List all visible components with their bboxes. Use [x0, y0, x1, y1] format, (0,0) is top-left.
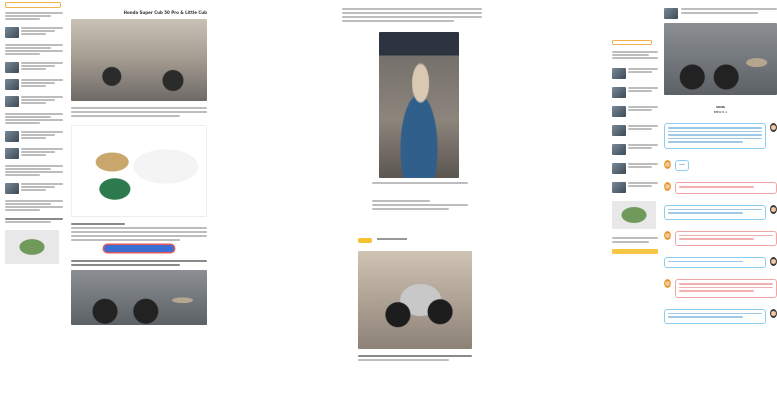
- article-main: Honda Super Cub 50 Pro & Little Cub: [71, 10, 207, 325]
- sidebar-item[interactable]: [5, 183, 63, 194]
- rider-photo: [379, 32, 459, 178]
- related-photo[interactable]: [358, 251, 472, 349]
- sidebar-item[interactable]: [5, 62, 63, 73]
- thumbnail: [612, 106, 626, 117]
- sidebar-banner[interactable]: [612, 201, 658, 229]
- avatar-icon: [770, 123, 777, 132]
- chat-bubble: [664, 308, 766, 324]
- sidebar-item[interactable]: [612, 51, 658, 60]
- thumbnail: [5, 79, 19, 90]
- sidebar-banner[interactable]: [5, 230, 63, 264]
- avatar-icon: [664, 230, 671, 240]
- article-title: Honda Super Cub 50 Pro & Little Cub: [123, 10, 207, 15]
- article-column-right: VANS BMW R-1: [612, 0, 777, 407]
- thumbnail: [612, 163, 626, 174]
- sidebar-item[interactable]: [612, 106, 658, 117]
- article-photo-bottom: [71, 270, 207, 325]
- avatar-icon: [664, 182, 671, 191]
- related-tag: [358, 238, 372, 243]
- article-photo: [71, 19, 207, 101]
- chat-bubble: [675, 159, 689, 171]
- sidebar-item[interactable]: [612, 144, 658, 155]
- avatar-icon: [664, 279, 671, 288]
- thumbnail: [612, 68, 626, 79]
- article-column-left: Honda Super Cub 50 Pro & Little Cub: [5, 0, 207, 407]
- chat-bubble: [675, 230, 777, 246]
- thumbnail: [5, 183, 19, 194]
- bmw-subtitle: BMW R-1: [713, 110, 728, 114]
- sidebar-item[interactable]: [5, 12, 63, 21]
- sidebar-item[interactable]: [5, 44, 63, 56]
- sidebar-list: [5, 12, 63, 270]
- avatar-icon: [664, 159, 671, 169]
- chat-article: VANS BMW R-1: [664, 8, 777, 335]
- sidebar-item[interactable]: [612, 125, 658, 136]
- avatar-icon: [770, 308, 777, 318]
- chat-bubble: [675, 182, 777, 194]
- thumbnail: [5, 62, 19, 73]
- thumbnail: [5, 96, 19, 107]
- chat-bubble: [675, 279, 777, 298]
- sidebar-header-tag: [5, 2, 61, 8]
- sidebar-item[interactable]: [5, 27, 63, 38]
- avatar-icon: [770, 256, 777, 266]
- chat-bubble: [664, 123, 766, 149]
- thumbnail: [612, 182, 626, 193]
- sidebar-item[interactable]: [5, 165, 63, 177]
- sidebar-item[interactable]: [5, 131, 63, 142]
- sidebar-item[interactable]: [5, 218, 63, 224]
- sidebar-list-right: [612, 40, 658, 254]
- sidebar-item[interactable]: [5, 113, 63, 125]
- thumbnail: [612, 87, 626, 98]
- thumbnail: [612, 125, 626, 136]
- sidebar-button[interactable]: [612, 249, 658, 254]
- thumbnail: [5, 131, 19, 142]
- sidebar-item[interactable]: [612, 87, 658, 98]
- sidebar-item[interactable]: [5, 96, 63, 107]
- sidebar-item[interactable]: [5, 200, 63, 212]
- merch-photo: [71, 125, 207, 217]
- avatar-icon: [770, 204, 777, 214]
- sidebar-item[interactable]: [612, 68, 658, 79]
- chat-bubble: [664, 256, 766, 268]
- sidebar-item[interactable]: [5, 148, 63, 159]
- sidebar-item[interactable]: [612, 182, 658, 193]
- sidebar-item[interactable]: [5, 79, 63, 90]
- sidebar-item[interactable]: [612, 163, 658, 174]
- cta-button[interactable]: [104, 245, 174, 252]
- thumbnail: [612, 144, 626, 155]
- chat-bubble: [664, 204, 766, 220]
- thumbnail: [5, 27, 19, 38]
- article-column-center: [342, 0, 482, 407]
- thumbnail: [5, 148, 19, 159]
- article-photo-right: [664, 23, 777, 95]
- thumbnail: [664, 8, 678, 19]
